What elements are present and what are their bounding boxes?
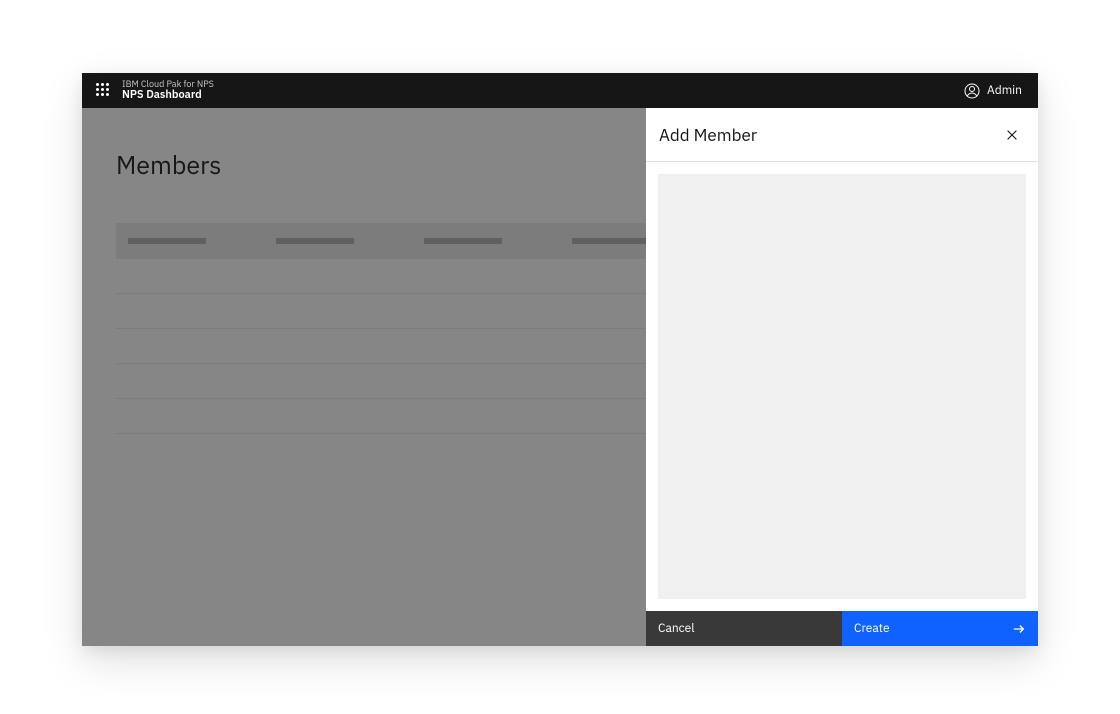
cancel-button[interactable]: Cancel <box>646 611 842 646</box>
panel-body <box>646 162 1038 611</box>
app-window: IBM Cloud Pak for NPS NPS Dashboard Admi… <box>82 73 1038 646</box>
add-member-panel: Add Member Cancel Create <box>646 108 1038 646</box>
header-titles: IBM Cloud Pak for NPS NPS Dashboard <box>122 80 214 102</box>
close-button[interactable] <box>998 121 1026 149</box>
user-name: Admin <box>987 83 1022 98</box>
panel-header: Add Member <box>646 108 1038 162</box>
content: Members Add Member <box>82 108 1038 646</box>
create-button-label: Create <box>854 621 890 636</box>
app-switcher-icon[interactable] <box>96 83 112 99</box>
header-user[interactable]: Admin <box>964 83 1028 99</box>
panel-footer: Cancel Create <box>646 611 1038 646</box>
user-avatar-icon <box>964 83 980 99</box>
close-icon <box>1005 128 1019 142</box>
create-button[interactable]: Create <box>842 611 1038 646</box>
arrow-right-icon <box>1012 622 1026 636</box>
panel-title: Add Member <box>659 124 757 146</box>
form-placeholder <box>658 174 1026 599</box>
app-name: NPS Dashboard <box>122 89 214 101</box>
global-header: IBM Cloud Pak for NPS NPS Dashboard Admi… <box>82 73 1038 108</box>
